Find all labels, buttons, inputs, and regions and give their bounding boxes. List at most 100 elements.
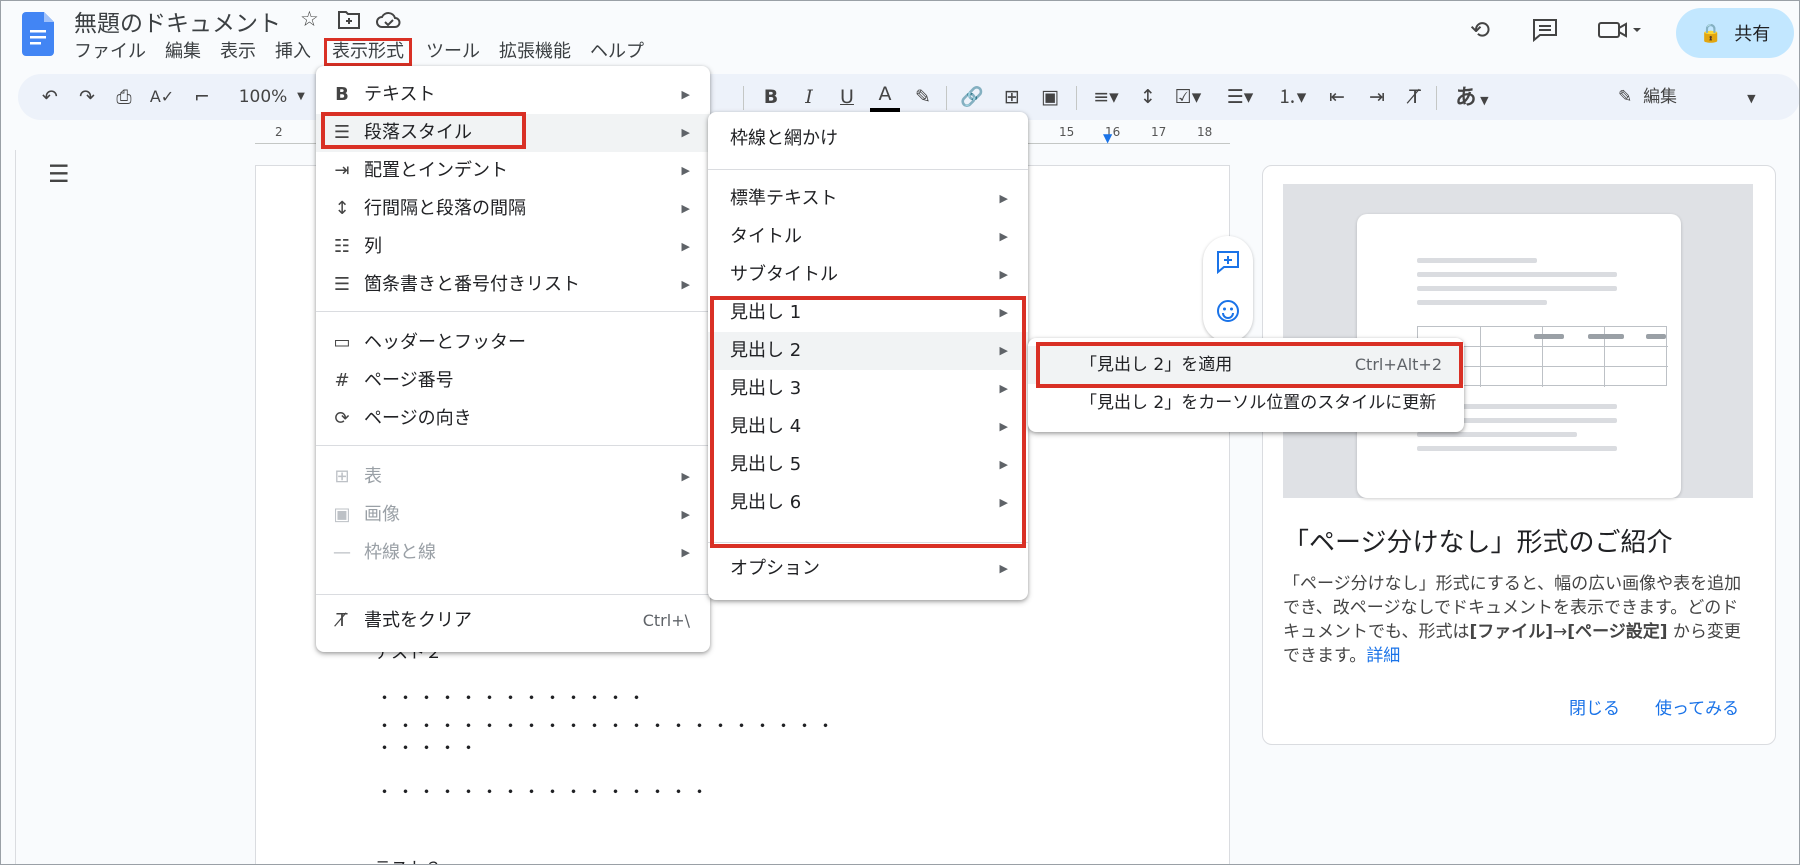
menu-insert[interactable]: 挿入 — [275, 38, 311, 66]
menu-item-heading-2[interactable]: 見出し 2 ▶ — [708, 332, 1028, 370]
menu-help[interactable]: ヘルプ — [590, 38, 644, 66]
editing-mode-button[interactable]: ✎ 編集 ▼ — [1618, 74, 1778, 120]
submenu-arrow-icon: ▶ — [999, 192, 1008, 205]
menu-item-borders-lines: — 枠線と線 ▶ — [316, 534, 710, 572]
zoom-select[interactable]: 100% — [233, 74, 293, 120]
spellcheck-icon[interactable]: A✓ — [148, 74, 176, 120]
menu-view[interactable]: 表示 — [220, 38, 256, 66]
submenu-arrow-icon: ▶ — [681, 202, 690, 215]
submenu-arrow-icon: ▶ — [681, 546, 690, 559]
insert-image-icon[interactable]: ▣ — [1036, 74, 1064, 120]
submenu-arrow-icon: ▶ — [999, 562, 1008, 575]
move-folder-icon[interactable] — [337, 10, 361, 30]
star-icon[interactable]: ☆ — [300, 7, 319, 31]
menu-item-lists[interactable]: ☰ 箇条書きと番号付きリスト ▶ — [316, 266, 710, 304]
menu-item-align-indent[interactable]: ⇥ 配置とインデント ▶ — [316, 152, 710, 190]
history-icon[interactable]: ⟲ — [1470, 16, 1490, 44]
vertical-ruler[interactable] — [0, 150, 16, 865]
dotted-line: ・・・・・・・・・・・・・ — [376, 689, 649, 709]
menu-item-title[interactable]: タイトル ▶ — [708, 218, 1028, 256]
close-button[interactable]: 閉じる — [1569, 694, 1620, 719]
menu-item-text[interactable]: B テキスト ▶ — [316, 76, 710, 114]
emoji-reaction-icon[interactable] — [1216, 299, 1240, 323]
menu-divider — [708, 169, 1028, 170]
submenu-arrow-icon: ▶ — [681, 278, 690, 291]
submenu-arrow-icon: ▶ — [999, 458, 1008, 471]
menu-divider — [316, 311, 710, 312]
update-heading-2-item[interactable]: 「見出し 2」をカーソル位置のスタイルに更新 — [1028, 384, 1464, 422]
right-indent-marker[interactable]: ▼ — [1103, 131, 1112, 145]
clear-formatting-icon[interactable]: T̸ — [1401, 74, 1429, 120]
meet-icon[interactable] — [1598, 20, 1642, 40]
submenu-arrow-icon: ▶ — [681, 470, 690, 483]
doc-text-line: テスト３ — [374, 854, 442, 865]
submenu-arrow-icon: ▶ — [999, 268, 1008, 281]
comments-icon[interactable] — [1532, 18, 1558, 42]
pageless-intro-panel: 「ページ分けなし」形式のご紹介 「ページ分けなし」形式にすると、幅の広い画像や表… — [1262, 165, 1776, 745]
menu-item-options[interactable]: オプション ▶ — [708, 550, 1028, 588]
dotted-line: ・・・・・・・・・・・・・・・・ — [376, 783, 712, 803]
try-it-button[interactable]: 使ってみる — [1655, 694, 1739, 719]
menu-item-page-orientation[interactable]: ⟳ ページの向き — [316, 400, 710, 438]
submenu-arrow-icon: ▶ — [999, 420, 1008, 433]
menu-item-heading-4[interactable]: 見出し 4 ▶ — [708, 408, 1028, 446]
menu-format[interactable]: 表示形式 — [324, 38, 412, 66]
share-button[interactable]: 🔒 共有 — [1676, 8, 1794, 58]
menu-extensions[interactable]: 拡張機能 — [499, 38, 571, 66]
docs-logo-icon[interactable] — [22, 12, 54, 56]
chevron-down-icon[interactable]: ▼ — [294, 74, 308, 120]
submenu-arrow-icon: ▶ — [681, 164, 690, 177]
line-spacing-icon[interactable]: ↕ — [1134, 74, 1162, 120]
menu-edit[interactable]: 編集 — [165, 38, 201, 66]
image-icon: ▣ — [333, 504, 351, 525]
paragraph-styles-submenu: 枠線と網かけ 標準テキスト ▶ タイトル ▶ サブタイトル ▶ 見出し 1 ▶ 見出し … — [708, 112, 1028, 600]
submenu-arrow-icon: ▶ — [681, 126, 690, 139]
input-tools-button[interactable]: あ ▼ — [1446, 74, 1498, 120]
menu-item-normal-text[interactable]: 標準テキスト ▶ — [708, 180, 1028, 218]
menu-bar: ファイル 編集 表示 挿入 表示形式 ツール 拡張機能 ヘルプ — [74, 38, 663, 66]
panel-description: 「ページ分けなし」形式にすると、幅の広い画像や表を追加でき、改ページなしでドキュ… — [1283, 574, 1742, 666]
align-icon[interactable]: ≡▾ — [1086, 74, 1126, 120]
submenu-arrow-icon: ▶ — [999, 382, 1008, 395]
print-icon[interactable]: ⎙ — [110, 74, 138, 120]
text-color-icon[interactable]: A — [870, 74, 900, 112]
add-comment-icon[interactable] — [1216, 250, 1240, 274]
paint-format-icon[interactable]: ⌐ — [188, 74, 216, 120]
menu-item-columns[interactable]: ☷ 列 ▶ — [316, 228, 710, 266]
menu-item-clear-formatting[interactable]: T̸ 書式をクリア Ctrl+\ — [316, 602, 710, 640]
menu-item-subtitle[interactable]: サブタイトル ▶ — [708, 256, 1028, 294]
cloud-saved-icon[interactable] — [376, 10, 402, 30]
decrease-indent-icon[interactable]: ⇤ — [1323, 74, 1351, 120]
floating-action-bar — [1203, 236, 1253, 342]
submenu-arrow-icon: ▶ — [999, 344, 1008, 357]
menu-item-heading-5[interactable]: 見出し 5 ▶ — [708, 446, 1028, 484]
numbered-list-icon[interactable]: ⒈▾ — [1270, 74, 1314, 120]
menu-item-page-numbers[interactable]: # ページ番号 — [316, 362, 710, 400]
menu-item-line-spacing[interactable]: ↕ 行間隔と段落の間隔 ▶ — [316, 190, 710, 228]
menu-item-heading-3[interactable]: 見出し 3 ▶ — [708, 370, 1028, 408]
menu-item-heading-1[interactable]: 見出し 1 ▶ — [708, 294, 1028, 332]
apply-heading-2-item[interactable]: 「見出し 2」を適用 Ctrl+Alt+2 — [1028, 346, 1464, 384]
menu-item-image: ▣ 画像 ▶ — [316, 496, 710, 534]
menu-divider — [316, 594, 710, 595]
hash-icon: # — [334, 370, 350, 391]
menu-item-table: ⊞ 表 ▶ — [316, 458, 710, 496]
menu-item-borders-shading[interactable]: 枠線と網かけ — [708, 120, 1028, 158]
pencil-icon: ✎ — [1618, 87, 1633, 107]
menu-tools[interactable]: ツール — [426, 38, 480, 66]
bold-icon: B — [335, 84, 349, 105]
undo-icon[interactable]: ↶ — [36, 74, 64, 120]
menu-item-heading-6[interactable]: 見出し 6 ▶ — [708, 484, 1028, 522]
menu-item-header-footer[interactable]: ▭ ヘッダーとフッター — [316, 324, 710, 362]
heading-2-submenu: 「見出し 2」を適用 Ctrl+Alt+2 「見出し 2」をカーソル位置のスタイル… — [1028, 338, 1464, 432]
learn-more-link[interactable]: 詳細 — [1366, 646, 1400, 666]
checklist-icon[interactable]: ☑▾ — [1166, 74, 1210, 120]
menu-file[interactable]: ファイル — [74, 38, 146, 66]
redo-icon[interactable]: ↷ — [73, 74, 101, 120]
bullet-list-icon[interactable]: ☰▾ — [1218, 74, 1262, 120]
menu-item-paragraph-style[interactable]: ☰ 段落スタイル ▶ — [316, 114, 710, 152]
header-footer-icon: ▭ — [333, 332, 351, 353]
document-title[interactable]: 無題のドキュメント — [74, 4, 281, 38]
increase-indent-icon[interactable]: ⇥ — [1363, 74, 1391, 120]
outline-icon[interactable]: ☰ — [48, 160, 70, 188]
